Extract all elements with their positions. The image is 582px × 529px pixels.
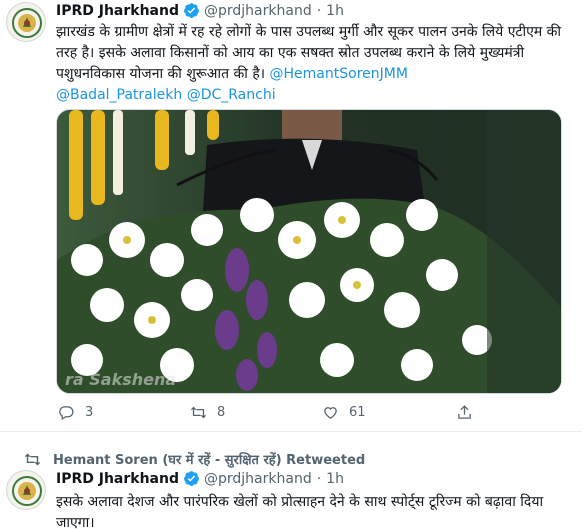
reply-icon (59, 406, 74, 421)
retweet-count: 8 (217, 405, 226, 420)
tweet-text: इसके अलावा देशज और पारंपरिक खेलों को प्र… (56, 494, 544, 529)
tweet-text: झारखंड के ग्रामीण क्षेत्रों में रह रहे ल… (56, 22, 566, 106)
share-button[interactable] (456, 404, 483, 421)
separator-dot: · (316, 470, 322, 487)
jharkhand-emblem-avatar[interactable] (6, 470, 46, 510)
mention-link[interactable]: @Badal_Patralekh (56, 87, 182, 103)
verified-badge-icon (183, 2, 200, 19)
timestamp[interactable]: 1h (326, 471, 344, 487)
photo-watermark: ra Sakshena (65, 370, 177, 389)
heart-icon (324, 407, 337, 419)
author-name[interactable]: IPRD Jharkhand (56, 471, 179, 487)
retweet-icon (190, 406, 207, 419)
reply-button[interactable]: 3 (58, 404, 93, 421)
share-icon (458, 405, 471, 419)
tweet[interactable]: Hemant Soren (घर में रहें - सुरक्षित रहे… (0, 432, 582, 529)
mention-link[interactable]: @HemantSorenJMM (270, 66, 408, 82)
reply-count: 3 (85, 405, 94, 420)
retweet-icon (24, 453, 41, 465)
author-handle[interactable]: @prdjharkhand (204, 471, 312, 487)
author-handle[interactable]: @prdjharkhand (204, 3, 312, 19)
tweet-header: IPRD Jharkhand @prdjharkhand · 1h (56, 2, 344, 19)
tweet[interactable]: IPRD Jharkhand @prdjharkhand · 1h झारखंड… (0, 0, 582, 432)
speaker-at-podium-photo (57, 110, 561, 393)
tweet-media-image[interactable]: ra Sakshena (56, 109, 562, 394)
like-count: 61 (349, 405, 366, 420)
mention-link[interactable]: @DC_Ranchi (187, 87, 276, 103)
separator-dot: · (316, 2, 322, 19)
jharkhand-emblem-avatar[interactable] (6, 2, 46, 42)
timestamp[interactable]: 1h (326, 3, 344, 19)
like-button[interactable]: 61 (322, 404, 366, 421)
tweet-header: IPRD Jharkhand @prdjharkhand · 1h (56, 470, 344, 487)
author-name[interactable]: IPRD Jharkhand (56, 3, 179, 19)
tweet-actions: 3 8 61 (56, 404, 536, 426)
retweeted-by-line[interactable]: Hemant Soren (घर में रहें - सुरक्षित रहे… (24, 450, 365, 468)
retweeted-by-text: Hemant Soren (घर में रहें - सुरक्षित रहे… (53, 453, 366, 468)
retweet-button[interactable]: 8 (190, 404, 225, 421)
verified-badge-icon (183, 470, 200, 487)
